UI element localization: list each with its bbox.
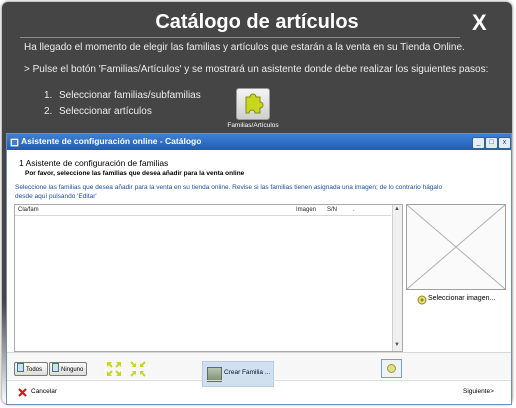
select-all-button[interactable]: Todos <box>14 362 48 376</box>
intro-text: Ha llegado el momento de elegir las fami… <box>24 42 465 53</box>
step-item: Seleccionar artículos <box>59 106 152 117</box>
scroll-down-icon[interactable]: ▼ <box>394 342 400 348</box>
image-preview <box>406 204 506 290</box>
step-number: 1. <box>44 90 53 101</box>
column-header-clafam[interactable]: Cla/fam <box>18 207 39 213</box>
wizard-title: Asistente de configuración online - Catá… <box>21 136 202 146</box>
refresh-button[interactable] <box>381 359 402 378</box>
select-image-label: Seleccionar imagen... <box>428 295 496 302</box>
refresh-icon <box>387 364 396 373</box>
create-family-label: Crear Familia ... <box>224 369 271 376</box>
wizard-titlebar: Asistente de configuración online - Catá… <box>7 134 511 150</box>
bottom-divider <box>7 380 511 381</box>
create-family-button[interactable]: Crear Familia ... <box>202 361 274 387</box>
familias-articulos-button[interactable]: Familias/Artículos <box>224 88 282 134</box>
window-close-button[interactable]: x <box>498 137 511 149</box>
checkbox-icon <box>52 363 59 372</box>
column-header-imagen[interactable]: Imagen <box>296 207 316 213</box>
page-title: Catálogo de artículos <box>155 11 359 33</box>
collapse-all-icon[interactable] <box>130 361 146 377</box>
cancel-icon <box>18 388 27 397</box>
close-icon[interactable]: X <box>472 10 487 36</box>
select-all-label: Todos <box>26 367 43 373</box>
wizard-window: Asistente de configuración online - Catá… <box>6 133 512 405</box>
title-divider <box>20 37 460 38</box>
families-grid[interactable]: Cla/fam Imagen S/N . ▲ ▼ <box>14 204 403 352</box>
select-none-label: Ninguno <box>61 367 84 373</box>
instruction-text: > Pulse el botón 'Familias/Artículos' y … <box>24 64 489 75</box>
grid-header: Cla/fam Imagen S/N . <box>15 205 391 216</box>
image-placeholder-icon <box>406 204 506 290</box>
column-header-sn[interactable]: S/N <box>327 207 337 213</box>
puzzle-piece-icon <box>236 88 270 120</box>
cancel-label: Cancelar <box>31 388 58 395</box>
familias-articulos-label: Familias/Artículos <box>227 122 279 129</box>
step-subtitle: Por favor, seleccione las familias que d… <box>25 170 245 177</box>
select-image-icon <box>417 295 427 305</box>
scroll-up-icon[interactable]: ▲ <box>394 206 400 212</box>
minimize-button[interactable]: _ <box>472 137 485 149</box>
vertical-scrollbar[interactable]: ▲ ▼ <box>392 205 402 351</box>
next-button[interactable]: Siguiente> <box>463 388 494 395</box>
app-icon <box>10 138 19 147</box>
maximize-button[interactable]: □ <box>485 137 498 149</box>
step-title: 1 Asistente de configuración de familias <box>19 158 169 168</box>
expand-all-icon[interactable] <box>106 361 122 377</box>
instructions-text: Seleccione las familias que desea añadir… <box>15 184 443 200</box>
step-item: Seleccionar familias/subfamilias <box>59 90 201 101</box>
step-number: 2. <box>44 106 53 117</box>
checkbox-icon <box>17 363 24 372</box>
column-header-extra[interactable]: . <box>353 207 355 213</box>
select-none-button[interactable]: Ninguno <box>49 362 87 376</box>
